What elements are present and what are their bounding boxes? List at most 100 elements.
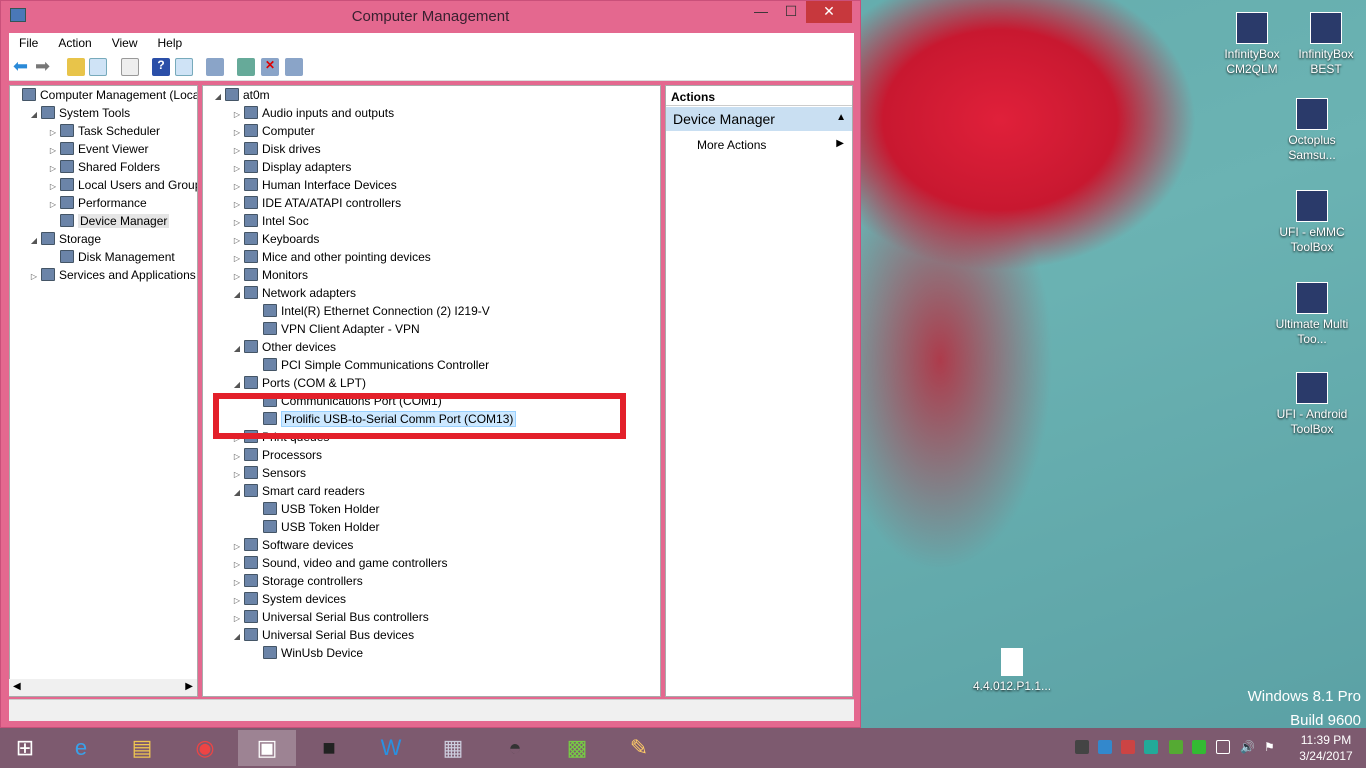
paint-icon[interactable]: ✎ — [610, 730, 668, 766]
clock[interactable]: 11:39 PM 3/24/2017 — [1290, 732, 1362, 764]
tree-item[interactable]: ▷ IDE ATA/ATAPI controllers — [232, 194, 401, 212]
tree-item[interactable]: ◢ Ports (COM & LPT) — [232, 374, 366, 392]
actions-device-manager-section[interactable]: Device Manager ▲ — [666, 107, 852, 131]
eset-icon[interactable] — [1144, 740, 1158, 754]
tree-item[interactable]: ▷ Task Scheduler — [48, 122, 160, 140]
tree-item[interactable]: ◢ Smart card readers — [232, 482, 365, 500]
desktop-shortcut[interactable]: UFI - Android ToolBox — [1270, 372, 1354, 437]
desktop-shortcut[interactable]: Ultimate Multi Too... — [1270, 282, 1354, 347]
tray-app-icon-2[interactable] — [1121, 740, 1135, 754]
tree-item[interactable]: USB Token Holder — [251, 500, 380, 518]
expand-toggle-icon[interactable]: ▷ — [29, 268, 39, 286]
computer-management-taskbar-icon[interactable]: ▣ — [238, 730, 296, 766]
tree-item[interactable]: PCI Simple Communications Controller — [251, 356, 489, 374]
start-button[interactable]: ⊞ — [0, 730, 50, 766]
minimize-button[interactable]: — — [746, 1, 776, 23]
device-category-icon — [263, 646, 277, 659]
forward-icon[interactable]: ➡ — [35, 57, 53, 76]
tree-item[interactable]: ▷ Audio inputs and outputs — [232, 104, 394, 122]
network-icon[interactable] — [1216, 740, 1230, 754]
desktop-shortcut[interactable]: UFI - eMMC ToolBox — [1270, 190, 1354, 255]
tree-item[interactable]: ▷ Computer — [232, 122, 315, 140]
desktop-shortcut[interactable]: Octoplus Samsu... — [1270, 98, 1354, 163]
desktop-shortcut[interactable]: InfinityBox BEST — [1284, 12, 1366, 77]
tree-item[interactable]: ▷ Monitors — [232, 266, 308, 284]
disable-device-icon[interactable] — [285, 58, 303, 76]
volume-icon[interactable]: 🔊 — [1240, 740, 1255, 754]
show-hide-console-tree-icon[interactable] — [89, 58, 107, 76]
tree-item[interactable]: ◢ Network adapters — [232, 284, 356, 302]
show-action-pane-icon[interactable] — [175, 58, 193, 76]
menu-action[interactable]: Action — [48, 33, 101, 53]
usb-safe-remove-icon[interactable] — [1192, 740, 1206, 754]
expand-toggle-icon[interactable]: ◢ — [232, 340, 242, 358]
tree-item[interactable]: ▷ Shared Folders — [48, 158, 160, 176]
tree-item[interactable]: ▷ Storage controllers — [232, 572, 363, 590]
action-center-flag-icon[interactable]: ⚑ — [1264, 740, 1278, 754]
tree-item[interactable]: ▷ Services and Applications — [29, 266, 196, 284]
update-driver-icon[interactable] — [237, 58, 255, 76]
tree-item[interactable]: ▷ Mice and other pointing devices — [232, 248, 431, 266]
tree-item[interactable]: Disk Management — [48, 248, 175, 266]
title-bar[interactable]: Computer Management — ☐ ✕ — [1, 1, 860, 33]
tree-item[interactable]: ▷ Keyboards — [232, 230, 319, 248]
chrome-icon[interactable]: ◉ — [176, 730, 234, 766]
tree-item[interactable]: ▷ Performance — [48, 194, 147, 212]
tree-item[interactable]: Device Manager — [48, 212, 170, 230]
tree-item[interactable]: ▷ Event Viewer — [48, 140, 148, 158]
monitor-app-icon[interactable]: ▦ — [424, 730, 482, 766]
tree-item[interactable]: ▷ Display adapters — [232, 158, 351, 176]
tree-item[interactable]: ▷ Sound, video and game controllers — [232, 554, 447, 572]
tray-app-icon[interactable] — [1098, 740, 1112, 754]
uninstall-device-icon[interactable]: ✕ — [261, 58, 279, 76]
tree-item[interactable]: Intel(R) Ethernet Connection (2) I219-V — [251, 302, 490, 320]
more-actions-item[interactable]: More Actions — [697, 138, 766, 152]
octoplus-taskbar-icon[interactable]: ◓ — [486, 730, 544, 766]
tree-item[interactable]: ▷ Intel Soc — [232, 212, 309, 230]
expand-toggle-icon[interactable]: ◢ — [213, 88, 223, 106]
tree-item[interactable]: ◢ Other devices — [232, 338, 336, 356]
expand-toggle-icon[interactable]: ◢ — [232, 628, 242, 646]
expand-toggle-icon[interactable]: ◢ — [232, 286, 242, 304]
tree-item[interactable]: ▷ Processors — [232, 446, 322, 464]
expand-toggle-icon[interactable]: ◢ — [232, 376, 242, 394]
tree-item[interactable]: ▷ System devices — [232, 590, 346, 608]
tree-item[interactable]: ▷ Local Users and Groups — [48, 176, 197, 194]
help-icon[interactable]: ? — [152, 58, 170, 76]
tree-item[interactable]: ▷ Universal Serial Bus controllers — [232, 608, 429, 626]
back-icon[interactable]: ⬅ — [13, 57, 31, 76]
tree-item[interactable]: ▷ Software devices — [232, 536, 353, 554]
tree-item[interactable]: USB Token Holder — [251, 518, 380, 536]
menu-help[interactable]: Help — [148, 33, 193, 53]
download-manager-icon[interactable] — [1169, 740, 1183, 754]
desktop-shortcut[interactable]: InfinityBox CM2QLM — [1210, 12, 1294, 77]
file-explorer-icon[interactable]: ▤ — [113, 730, 171, 766]
ufi-toolbox-taskbar-icon[interactable]: ■ — [300, 730, 358, 766]
tree-item[interactable]: Computer Management (Local) — [10, 86, 197, 104]
w-app-icon[interactable]: W — [362, 730, 420, 766]
scan-hardware-icon[interactable] — [206, 58, 224, 76]
tree-item[interactable]: ◢ Storage — [29, 230, 101, 248]
tree-item[interactable]: ◢ at0m — [213, 86, 270, 104]
expand-toggle-icon[interactable]: ◢ — [232, 484, 242, 502]
android-app-icon[interactable]: ▩ — [548, 730, 606, 766]
internet-explorer-icon[interactable]: e — [52, 730, 110, 766]
menu-view[interactable]: View — [102, 33, 148, 53]
tree-item[interactable]: ▷ Human Interface Devices — [232, 176, 397, 194]
horizontal-scrollbar[interactable]: ◀ ▶ — [9, 679, 197, 696]
maximize-button[interactable]: ☐ — [776, 1, 806, 23]
tree-item[interactable]: VPN Client Adapter - VPN — [251, 320, 420, 338]
properties-icon[interactable] — [121, 58, 139, 76]
tree-item[interactable]: ▷ Sensors — [232, 464, 306, 482]
tree-item[interactable]: ◢ System Tools — [29, 104, 130, 122]
desktop-shortcut[interactable]: 4.4.012.P1.1... — [970, 648, 1054, 694]
up-folder-icon[interactable] — [67, 58, 85, 76]
tree-item[interactable]: WinUsb Device — [251, 644, 363, 662]
expand-toggle-icon[interactable]: ◢ — [29, 232, 39, 250]
menu-file[interactable]: File — [9, 33, 48, 53]
show-hidden-icon[interactable] — [1075, 740, 1089, 754]
tree-item[interactable]: ▷ Disk drives — [232, 140, 321, 158]
tree-item[interactable]: ◢ Universal Serial Bus devices — [232, 626, 414, 644]
expand-toggle-icon[interactable]: ◢ — [29, 106, 39, 124]
close-button[interactable]: ✕ — [806, 1, 852, 23]
